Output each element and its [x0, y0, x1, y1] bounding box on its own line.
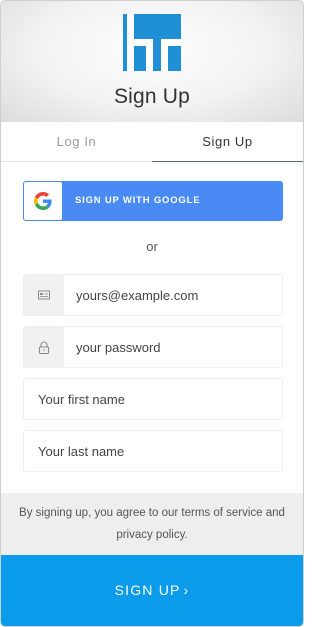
- first-name-field: [23, 378, 283, 420]
- sign-up-submit-label: SIGN UP: [114, 582, 181, 598]
- google-icon-container: [24, 182, 62, 220]
- email-input[interactable]: [76, 275, 276, 315]
- chevron-right-icon: ›: [183, 582, 190, 598]
- divider-text: or: [146, 239, 158, 254]
- page-title: Sign Up: [113, 85, 191, 108]
- first-name-input[interactable]: [38, 379, 278, 419]
- google-icon: [34, 192, 52, 210]
- password-field: [23, 326, 283, 368]
- envelope-icon: [38, 290, 50, 300]
- last-name-field: [23, 430, 283, 472]
- tab-sign-up[interactable]: Sign Up: [152, 122, 303, 162]
- lock-icon: [38, 341, 50, 354]
- sign-up-submit-button[interactable]: SIGN UP ›: [1, 555, 303, 626]
- email-field: [23, 274, 283, 316]
- terms-notice: By signing up, you agree to our terms of…: [1, 493, 303, 555]
- google-signup-button[interactable]: SIGN UP WITH GOOGLE: [23, 181, 283, 221]
- tab-log-in[interactable]: Log In: [1, 122, 152, 162]
- google-signup-label: SIGN UP WITH GOOGLE: [75, 195, 201, 206]
- email-icon-box: [24, 275, 64, 315]
- header: Sign Up: [1, 1, 303, 122]
- hr-logo: [123, 14, 181, 71]
- last-name-input[interactable]: [38, 431, 278, 471]
- signup-widget: Sign Up Log In Sign Up SIGN UP WITH GOOG…: [0, 0, 304, 627]
- auth-tabs: Log In Sign Up: [1, 122, 303, 162]
- password-icon-box: [24, 327, 64, 367]
- password-input[interactable]: [76, 327, 276, 367]
- sign-up-submit-label-wrap: SIGN UP ›: [1, 555, 303, 626]
